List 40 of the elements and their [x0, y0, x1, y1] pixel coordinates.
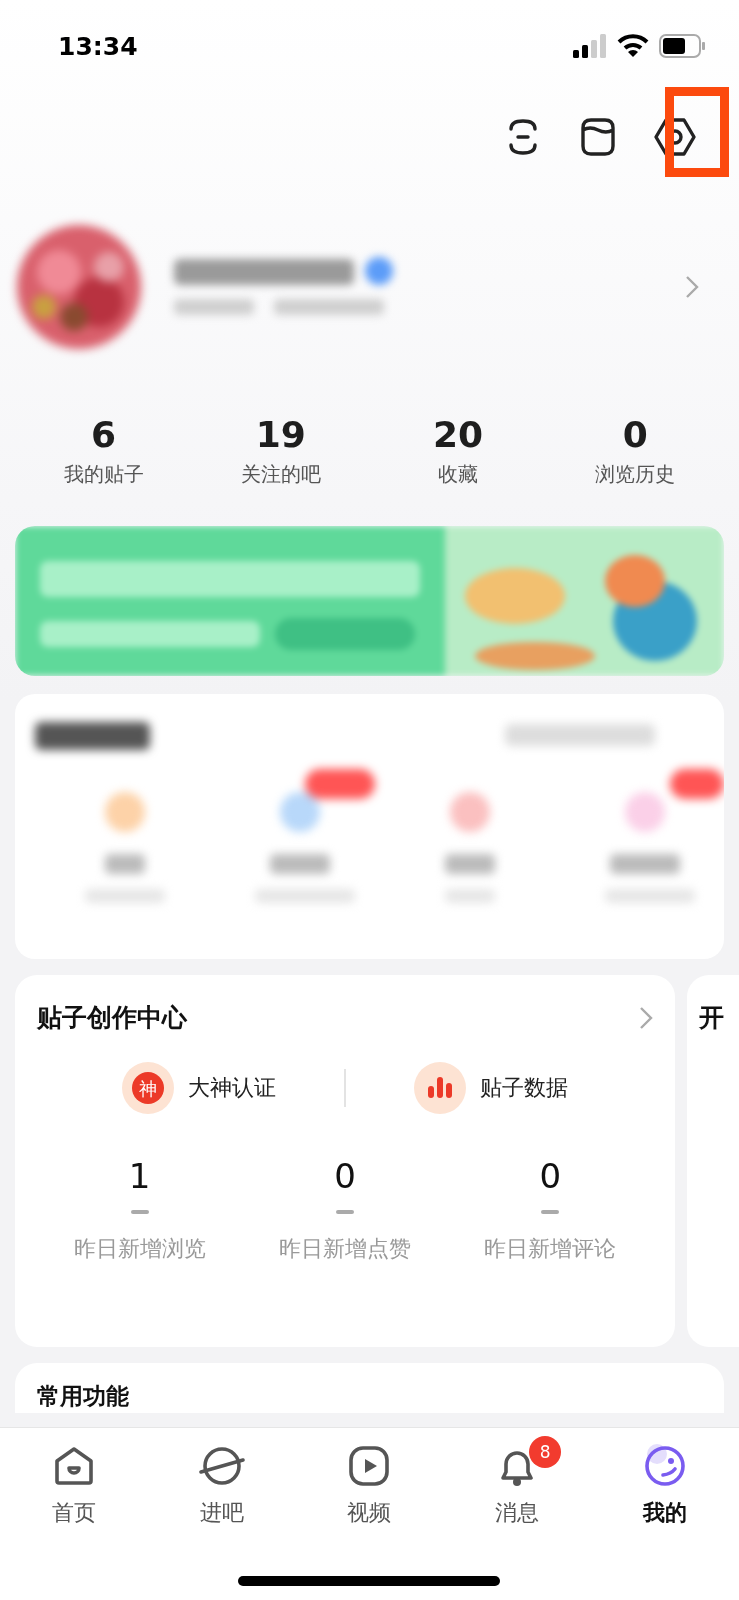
chevron-right-icon [685, 275, 699, 299]
tab-item[interactable]: 视频 [295, 1432, 444, 1528]
card-title: 常用功能 [37, 1383, 129, 1409]
settings-icon[interactable] [653, 116, 697, 158]
tab-item[interactable]: 进吧 [147, 1432, 296, 1528]
stat-value[interactable]: 6 [91, 414, 117, 455]
wifi-icon [617, 34, 649, 58]
tab-item[interactable]: 消息 8 [443, 1432, 592, 1528]
metric-value: 0 [334, 1156, 356, 1196]
smiley-icon [643, 1444, 688, 1488]
signal-icon [573, 34, 607, 58]
tab-item[interactable]: 我的 [591, 1432, 739, 1528]
stat-label[interactable]: 收藏 [438, 461, 479, 488]
metric-value: 1 [128, 1156, 151, 1196]
stat-value[interactable]: 20 [433, 414, 484, 455]
dash-mark [130, 1210, 149, 1214]
stat-value[interactable]: 19 [255, 414, 306, 455]
creation-link[interactable]: 贴子数据 [480, 1073, 568, 1103]
card-title: 开 [699, 1003, 724, 1032]
stat-label[interactable]: 关注的吧 [240, 461, 321, 488]
tab-item[interactable]: 首页 [0, 1432, 148, 1528]
notification-badge: 8 [529, 1436, 562, 1468]
metric-label: 昨日新增评论 [484, 1235, 617, 1263]
dash-mark [336, 1210, 354, 1214]
card-title: 贴子创作中心 [37, 1002, 187, 1034]
planet-icon [197, 1444, 246, 1488]
creation-link[interactable]: 大神认证 [188, 1073, 276, 1103]
bar-chart-icon [414, 1062, 466, 1114]
metric-value: 0 [539, 1156, 562, 1196]
stat-value[interactable]: 0 [622, 414, 648, 455]
dash-mark [541, 1210, 560, 1214]
metric-label: 昨日新增点赞 [279, 1235, 411, 1263]
badge-icon: 神 [122, 1062, 174, 1114]
status-time: 13:34 [58, 31, 138, 61]
metric-label: 昨日新增浏览 [73, 1235, 206, 1263]
battery-icon [659, 34, 705, 58]
stat-label[interactable]: 浏览历史 [595, 461, 676, 488]
chevron-right-icon [639, 1005, 653, 1030]
play-icon [347, 1444, 392, 1488]
stat-label[interactable]: 我的贴子 [63, 461, 144, 488]
